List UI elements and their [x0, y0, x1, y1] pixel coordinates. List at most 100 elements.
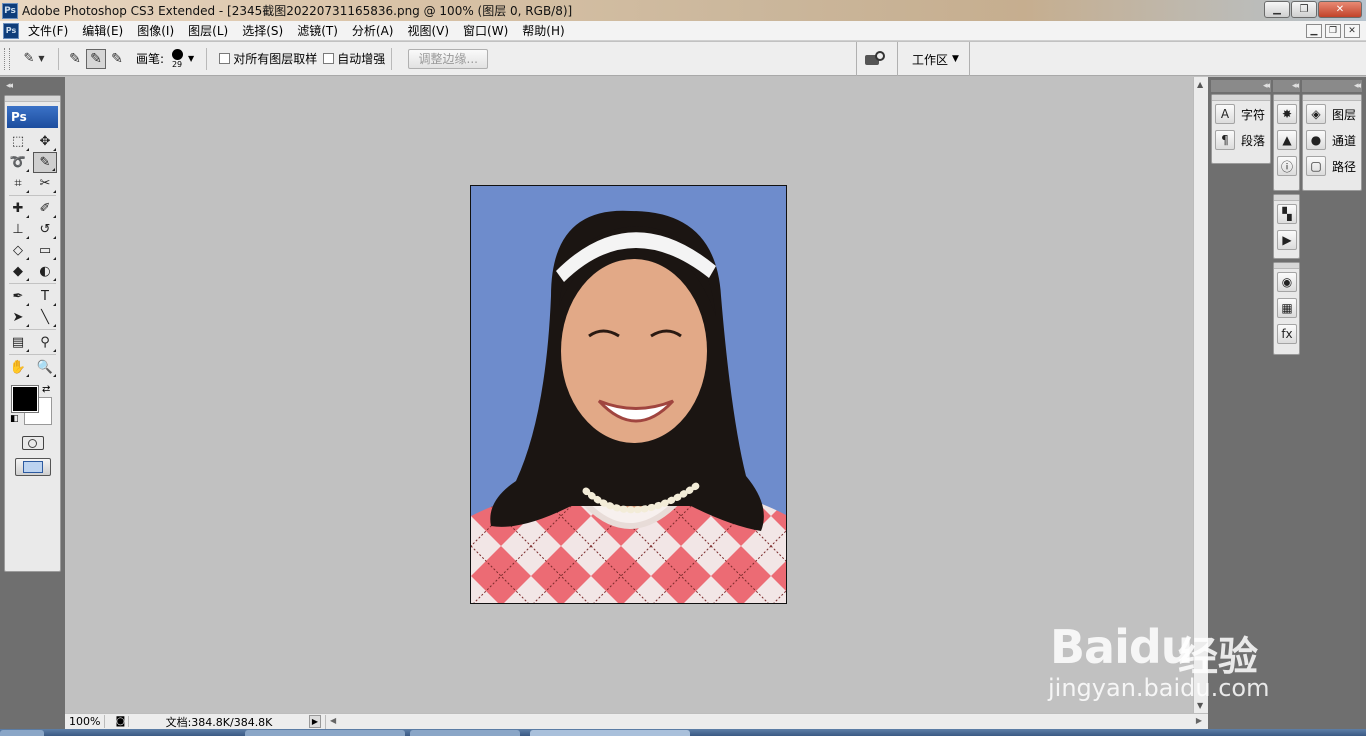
toolbox-logo[interactable]: Ps	[7, 106, 58, 128]
blur-tool[interactable]: ◆	[6, 261, 30, 282]
taskbar-item[interactable]	[410, 730, 520, 736]
subtract-from-selection-button[interactable]: ✎	[107, 49, 127, 69]
clone-stamp-tool[interactable]: ⊥	[6, 219, 30, 240]
histogram-panel-tab[interactable]: ▲	[1274, 127, 1299, 153]
dock-column-header[interactable]: ◂◂	[1273, 80, 1300, 92]
dock-column-header[interactable]: ◂◂	[1211, 80, 1271, 92]
dock-column-header[interactable]: ◂◂	[1302, 80, 1362, 92]
navigator-panel-tab[interactable]: ✸	[1274, 101, 1299, 127]
move-tool[interactable]: ✥	[33, 131, 57, 152]
brush-picker[interactable]: 29	[168, 48, 186, 69]
scroll-left-icon[interactable]: ◀	[330, 716, 336, 725]
scroll-down-icon[interactable]: ▼	[1197, 701, 1203, 710]
slice-tool[interactable]: ✂	[33, 173, 57, 194]
menu-window[interactable]: 窗口(W)	[456, 21, 515, 41]
chevron-down-icon[interactable]: ▼	[188, 54, 194, 63]
taskbar-item[interactable]	[245, 730, 405, 736]
document-image[interactable]	[470, 185, 787, 604]
layers-panel-tab[interactable]: ◈ 图层	[1303, 101, 1361, 127]
crop-tool[interactable]: ⌗	[6, 173, 30, 194]
character-icon[interactable]: A	[1215, 104, 1235, 124]
healing-brush-tool[interactable]: ✚	[6, 198, 30, 219]
minimize-button[interactable]: ▁	[1264, 1, 1290, 18]
bridge-icon[interactable]	[865, 51, 887, 67]
toolbox-grip[interactable]	[5, 96, 60, 102]
lasso-tool[interactable]: ➰	[6, 152, 30, 173]
app-icon[interactable]: Ps	[3, 22, 19, 39]
doc-minimize-button[interactable]: ▁	[1306, 24, 1322, 38]
close-button[interactable]: ✕	[1318, 1, 1362, 18]
start-button[interactable]	[0, 730, 44, 736]
tool-preset-picker[interactable]: ✎ ▼	[16, 47, 52, 71]
channels-icon[interactable]: ●	[1306, 130, 1326, 150]
menu-image[interactable]: 图像(I)	[130, 21, 181, 41]
status-menu-arrow-icon[interactable]: ▶	[309, 715, 321, 728]
scroll-right-icon[interactable]: ▶	[1196, 716, 1202, 725]
character-panel-tab[interactable]: A 字符	[1212, 101, 1270, 127]
pen-tool[interactable]: ✒	[6, 286, 30, 307]
swatches-panel-tab[interactable]: ▦	[1274, 295, 1299, 321]
paths-panel-tab[interactable]: ▢ 路径	[1303, 153, 1361, 179]
menu-edit[interactable]: 编辑(E)	[75, 21, 130, 41]
info-icon[interactable]: ⓘ	[1277, 156, 1297, 176]
paragraph-icon[interactable]: ¶	[1215, 130, 1235, 150]
taskbar-item[interactable]	[530, 730, 690, 736]
menu-select[interactable]: 选择(S)	[235, 21, 290, 41]
navigator-icon[interactable]: ✸	[1277, 104, 1297, 124]
type-tool[interactable]: T	[33, 286, 57, 307]
scroll-up-icon[interactable]: ▲	[1197, 80, 1203, 89]
workspace-menu[interactable]: 工作区 ▼	[912, 51, 959, 68]
history-brush-tool[interactable]: ↺	[33, 219, 57, 240]
doc-restore-button[interactable]: ❐	[1325, 24, 1341, 38]
channels-panel-tab[interactable]: ● 通道	[1303, 127, 1361, 153]
menu-view[interactable]: 视图(V)	[400, 21, 456, 41]
foreground-color-swatch[interactable]	[11, 385, 39, 413]
vertical-scrollbar[interactable]: ▲ ▼	[1193, 77, 1208, 713]
checkbox-box[interactable]	[219, 53, 231, 64]
restore-button[interactable]: ❐	[1291, 1, 1317, 18]
zoom-tool[interactable]: 🔍	[33, 357, 57, 378]
swatches-icon[interactable]: ▦	[1277, 298, 1297, 318]
styles-icon[interactable]: fx	[1277, 324, 1297, 344]
zoom-field[interactable]: 100%	[65, 715, 105, 728]
path-selection-tool[interactable]: ➤	[6, 307, 30, 328]
screen-mode-button[interactable]	[14, 458, 51, 476]
status-info-icon[interactable]: ◙	[113, 716, 129, 727]
doc-close-button[interactable]: ✕	[1344, 24, 1360, 38]
new-selection-button[interactable]: ✎	[65, 49, 85, 69]
swap-colors-icon[interactable]: ⇄	[42, 384, 50, 395]
menu-file[interactable]: 文件(F)	[21, 21, 75, 41]
options-bar-grip[interactable]	[4, 47, 10, 70]
eyedropper-tool[interactable]: ⚲	[33, 332, 57, 353]
brushes-panel-tab[interactable]: ▚	[1274, 201, 1299, 227]
auto-enhance-checkbox[interactable]: 自动增强	[323, 50, 385, 67]
paragraph-panel-tab[interactable]: ¶ 段落	[1212, 127, 1270, 153]
styles-panel-tab[interactable]: fx	[1274, 321, 1299, 347]
hand-tool[interactable]: ✋	[6, 357, 30, 378]
refine-edge-button[interactable]: 调整边缘...	[408, 48, 489, 69]
collapse-icon[interactable]: ◂◂	[6, 81, 13, 91]
paths-icon[interactable]: ▢	[1306, 156, 1326, 176]
eraser-tool[interactable]: ◇	[6, 240, 30, 261]
notes-tool[interactable]: ▤	[6, 332, 30, 353]
default-colors-icon[interactable]: ◧	[10, 414, 19, 424]
actions-panel-tab[interactable]: ▶	[1274, 227, 1299, 253]
brush-tool[interactable]: ✐	[33, 198, 57, 219]
actions-icon[interactable]: ▶	[1277, 230, 1297, 250]
histogram-icon[interactable]: ▲	[1277, 130, 1297, 150]
dodge-tool[interactable]: ◐	[33, 261, 57, 282]
menu-analysis[interactable]: 分析(A)	[345, 21, 401, 41]
horizontal-scrollbar[interactable]: ◀ ▶	[325, 714, 1208, 729]
info-panel-tab[interactable]: ⓘ	[1274, 153, 1299, 179]
menu-layer[interactable]: 图层(L)	[181, 21, 235, 41]
quick-mask-button[interactable]	[21, 436, 44, 450]
menu-help[interactable]: 帮助(H)	[515, 21, 571, 41]
menu-filter[interactable]: 滤镜(T)	[290, 21, 345, 41]
add-to-selection-button[interactable]: ✎	[86, 48, 106, 69]
sample-all-layers-checkbox[interactable]: 对所有图层取样	[219, 50, 317, 67]
quick-selection-tool[interactable]: ✎	[33, 152, 57, 173]
gradient-tool[interactable]: ▭	[33, 240, 57, 261]
canvas-area[interactable]	[65, 77, 1193, 713]
marquee-tool[interactable]: ⬚	[6, 131, 30, 152]
layers-icon[interactable]: ◈	[1306, 104, 1326, 124]
